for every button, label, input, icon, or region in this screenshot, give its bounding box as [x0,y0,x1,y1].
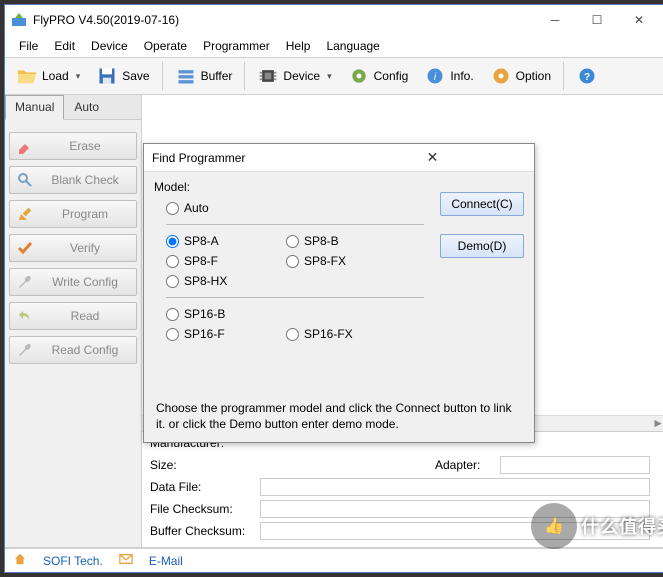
maximize-button[interactable]: ☐ [576,6,618,34]
menu-help[interactable]: Help [280,37,317,55]
load-button[interactable]: Load [9,60,87,92]
app-window: FlyPRO V4.50(2019-07-16) ─ ☐ ✕ File Edit… [4,4,663,573]
datafile-value [260,478,650,496]
tool-bar: Load Save Buffer Device Config i Info. O… [5,57,663,95]
save-button[interactable]: Save [89,60,156,92]
menu-device[interactable]: Device [85,37,134,55]
size-label: Size: [150,458,260,472]
left-pane: Manual Auto Erase Blank Check Program Ve… [5,95,142,547]
info-icon: i [424,65,446,87]
status-bar: SOFI Tech. E-Mail [5,548,663,572]
radio-sp8b[interactable]: SP8-B [286,234,396,248]
radio-auto[interactable]: Auto [166,201,276,215]
radio-sp8f[interactable]: SP8-F [166,254,276,268]
buffer-button[interactable]: Buffer [168,60,240,92]
mail-icon [119,552,133,569]
tab-manual[interactable]: Manual [5,95,64,120]
menu-file[interactable]: File [13,37,44,55]
model-group: Model: Auto SP8-A SP8-B SP8-F SP8-FX SP8… [154,180,430,392]
radio-sp16f[interactable]: SP16-F [166,327,276,341]
dialog-title: Find Programmer [152,151,339,165]
menu-edit[interactable]: Edit [48,37,81,55]
title-bar: FlyPRO V4.50(2019-07-16) ─ ☐ ✕ [5,5,663,35]
buffer-icon [175,65,197,87]
window-title: FlyPRO V4.50(2019-07-16) [33,13,534,27]
dialog-hint: Choose the programmer model and click th… [144,396,534,442]
pencil-icon [16,205,34,223]
gear-icon [348,65,370,87]
radio-sp16b[interactable]: SP16-B [166,307,276,321]
check-icon [16,239,34,257]
undo-icon [16,307,34,325]
radio-sp8fx[interactable]: SP8-FX [286,254,396,268]
wrench-icon [16,273,34,291]
folder-open-icon [16,65,38,87]
close-button[interactable]: ✕ [618,6,660,34]
home-icon [13,552,27,569]
wrench-icon [16,341,34,359]
email-link[interactable]: E-Mail [149,554,183,568]
chip-icon [257,65,279,87]
help-icon: ? [576,65,598,87]
config-button[interactable]: Config [341,60,416,92]
mode-tabs: Manual Auto [5,95,141,120]
adapter-value [500,456,650,474]
minimize-button[interactable]: ─ [534,6,576,34]
menu-language[interactable]: Language [320,37,385,55]
menu-bar: File Edit Device Operate Programmer Help… [5,35,663,57]
program-button[interactable]: Program [9,200,137,228]
tab-auto[interactable]: Auto [64,95,109,119]
read-button[interactable]: Read [9,302,137,330]
menu-operate[interactable]: Operate [138,37,193,55]
radio-sp8a[interactable]: SP8-A [166,234,276,248]
option-button[interactable]: Option [483,60,558,92]
options-icon [490,65,512,87]
svg-text:?: ? [584,72,590,83]
buffer-checksum-value [260,522,650,540]
file-checksum-value [260,500,650,518]
company-link[interactable]: SOFI Tech. [43,554,103,568]
model-label: Model: [154,180,430,194]
erase-button[interactable]: Erase [9,132,137,160]
buffer-checksum-label: Buffer Checksum: [150,524,260,538]
find-programmer-dialog: Find Programmer ✕ Model: Auto SP8-A SP8-… [143,143,535,443]
blank-check-button[interactable]: Blank Check [9,166,137,194]
write-config-button[interactable]: Write Config [9,268,137,296]
device-button[interactable]: Device [250,60,338,92]
app-icon [11,12,27,28]
file-checksum-label: File Checksum: [150,502,260,516]
demo-button[interactable]: Demo(D) [440,234,524,258]
read-config-button[interactable]: Read Config [9,336,137,364]
dialog-title-bar: Find Programmer ✕ [144,144,534,172]
radio-sp8hx[interactable]: SP8-HX [166,274,276,288]
help-button[interactable]: ? [569,60,605,92]
info-panel: Manufacturer: Size: Adapter: Data File: … [142,432,663,547]
save-icon [96,65,118,87]
eraser-icon [16,137,34,155]
verify-button[interactable]: Verify [9,234,137,262]
info-button[interactable]: i Info. [417,60,480,92]
dialog-close-button[interactable]: ✕ [339,149,526,166]
menu-programmer[interactable]: Programmer [197,37,276,55]
connect-button[interactable]: Connect(C) [440,192,524,216]
adapter-label: Adapter: [435,458,500,472]
radio-sp16fx[interactable]: SP16-FX [286,327,396,341]
search-icon [16,171,34,189]
datafile-label: Data File: [150,480,260,494]
